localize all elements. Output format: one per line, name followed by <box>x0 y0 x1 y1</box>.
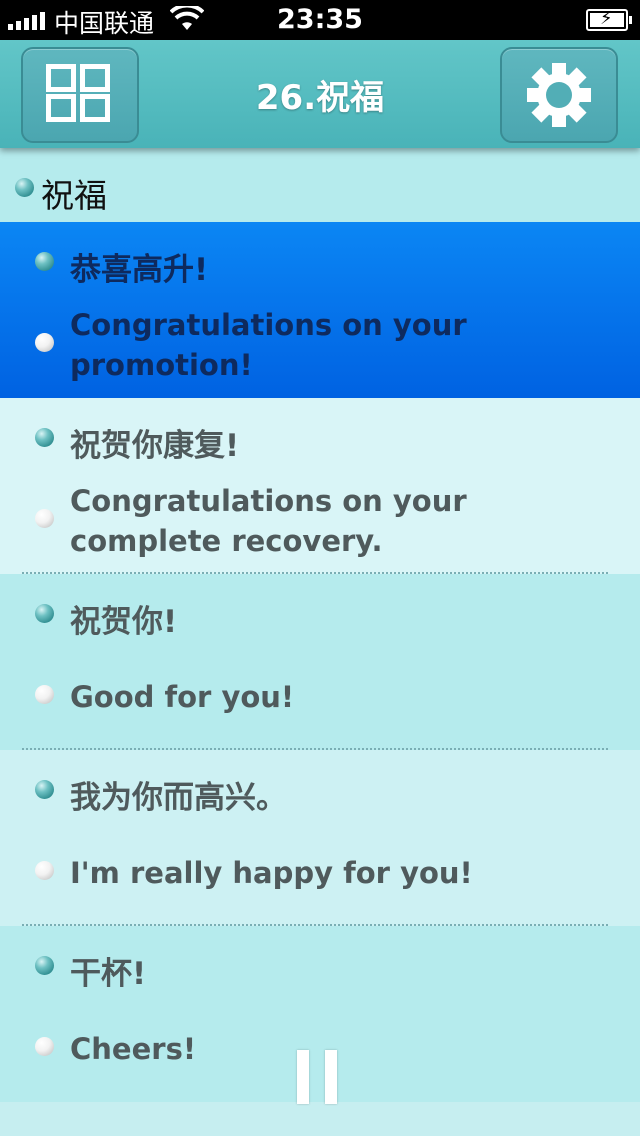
gear-icon <box>527 63 591 127</box>
battery-charging-icon: ⚡ <box>586 8 632 31</box>
phrase-chinese: 干杯! <box>70 956 147 992</box>
chinese-bullet-icon <box>35 428 54 447</box>
phrase-english: I'm really happy for you! <box>70 856 473 890</box>
chinese-bullet-icon <box>35 252 54 271</box>
english-bullet-icon <box>35 861 54 880</box>
list-item[interactable]: 祝贺你! Good for you! <box>0 574 640 750</box>
phrase-chinese: 祝贺你! <box>70 604 178 640</box>
english-bullet-icon <box>35 1037 54 1056</box>
pause-icon <box>325 1050 337 1104</box>
chinese-bullet-icon <box>35 604 54 623</box>
phrase-chinese: 我为你而高兴。 <box>70 780 287 816</box>
status-time: 23:35 <box>277 4 363 35</box>
pause-button[interactable] <box>297 1050 339 1104</box>
section-label: 祝福 <box>41 176 107 215</box>
phrase-english: Cheers! <box>70 1032 197 1066</box>
english-bullet-icon <box>35 509 54 528</box>
phrase-english: Good for you! <box>70 680 295 714</box>
pause-icon <box>297 1050 309 1104</box>
english-bullet-icon <box>35 333 54 352</box>
phrase-list: 恭喜高升! Congratulations on your promotion!… <box>0 222 640 1102</box>
chinese-bullet-icon <box>35 780 54 799</box>
bullet-icon <box>15 178 34 197</box>
nav-header: 26.祝福 <box>0 40 640 148</box>
list-item[interactable]: 祝贺你康复! Congratulations on your complete … <box>0 398 640 574</box>
list-item[interactable]: 我为你而高兴。 I'm really happy for you! <box>0 750 640 926</box>
status-bar: 中国联通 23:35 ⚡ <box>0 0 640 40</box>
list-item[interactable]: 恭喜高升! Congratulations on your promotion! <box>0 222 640 398</box>
chinese-bullet-icon <box>35 956 54 975</box>
phrase-english: Congratulations on your complete recover… <box>70 484 467 558</box>
phrase-english: Congratulations on your promotion! <box>70 308 467 382</box>
phrase-chinese: 祝贺你康复! <box>70 428 240 464</box>
settings-button[interactable] <box>500 47 618 143</box>
section-header: 祝福 <box>0 148 640 222</box>
phrase-chinese: 恭喜高升! <box>70 252 209 288</box>
english-bullet-icon <box>35 685 54 704</box>
